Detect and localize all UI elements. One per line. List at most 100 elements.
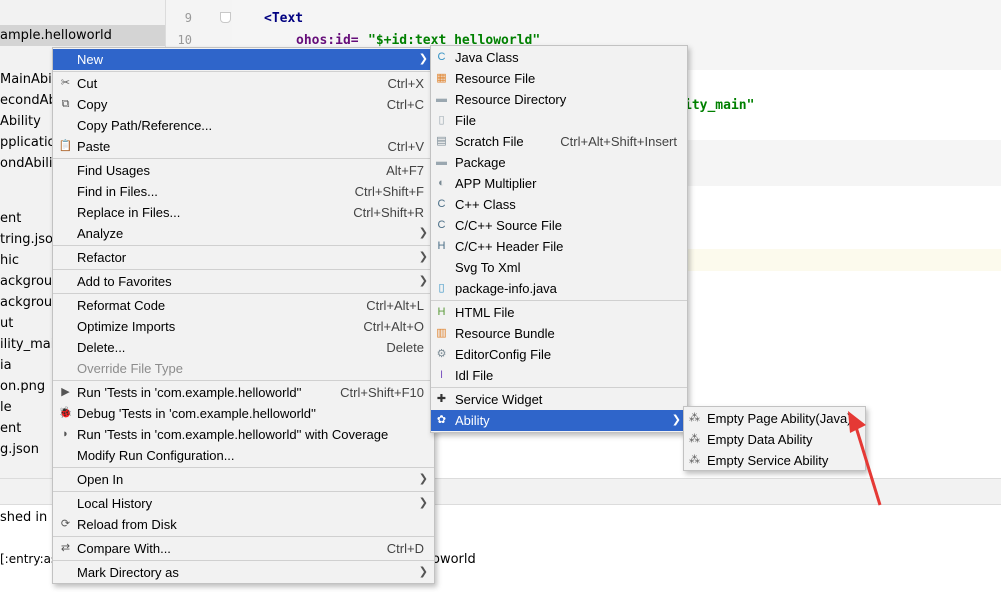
menu-item-label: Idl File	[455, 368, 494, 383]
menu-separator	[53, 158, 434, 159]
menu-item[interactable]: Modify Run Configuration...	[53, 445, 434, 466]
menu-item[interactable]: Reformat Code Ctrl+Alt+L	[53, 295, 434, 316]
menu-item[interactable]: H HTML File	[431, 302, 687, 323]
menu-item[interactable]: Analyze ❯	[53, 223, 434, 244]
menu-item-shortcut: Ctrl+Shift+F10	[340, 385, 424, 400]
menu-item[interactable]: Add to Favorites ❯	[53, 271, 434, 292]
chevron-right-icon: ❯	[418, 473, 428, 485]
menu-item-label: Package	[455, 155, 506, 170]
menu-item[interactable]: ▦ Resource File	[431, 68, 687, 89]
menu-item[interactable]: ✿ Ability ❯	[431, 410, 687, 431]
menu-item[interactable]: ◐ APP Multiplier	[431, 173, 687, 194]
menu-item-label: C++ Class	[455, 197, 516, 212]
tree-item[interactable]: ackgrou	[0, 271, 52, 292]
chevron-right-icon: ❯	[418, 566, 428, 578]
menu-item[interactable]: ✚ Service Widget	[431, 389, 687, 410]
package-icon: ▬	[436, 156, 447, 168]
menu-item[interactable]: H C/C++ Header File	[431, 236, 687, 257]
menu-item[interactable]: ⁂ Empty Service Ability	[684, 450, 865, 471]
menu-item[interactable]: ▥ Resource Bundle	[431, 323, 687, 344]
output-line: [:entry:as	[0, 552, 58, 566]
menu-item-shortcut: Ctrl+D	[386, 541, 424, 556]
tree-item[interactable]: le	[0, 397, 12, 418]
menu-item[interactable]: ⇄ Compare With... Ctrl+D	[53, 538, 434, 559]
line-number: 10	[177, 33, 192, 47]
menu-item[interactable]: Local History ❯	[53, 493, 434, 514]
menu-item[interactable]: I Idl File	[431, 365, 687, 386]
menu-item-label: File	[455, 113, 476, 128]
menu-item-label: Reload from Disk	[77, 517, 177, 532]
menu-item[interactable]: ▯ File	[431, 110, 687, 131]
menu-item-label: Debug 'Tests in 'com.example.helloworld'…	[77, 406, 316, 421]
menu-item-label: Run 'Tests in 'com.example.helloworld''	[77, 385, 302, 400]
menu-item[interactable]: ▬ Resource Directory	[431, 89, 687, 110]
menu-item[interactable]: ▶ Run 'Tests in 'com.example.helloworld''…	[53, 382, 434, 403]
menu-item-label: Delete...	[77, 340, 126, 355]
output-line: oworld	[432, 552, 476, 567]
menu-item[interactable]: ⧉ Copy Ctrl+C	[53, 94, 434, 115]
menu-item[interactable]: ⁂ Empty Data Ability	[684, 429, 865, 450]
menu-item-label: Cut	[77, 76, 98, 91]
tree-item[interactable]: ia	[0, 355, 12, 376]
menu-item[interactable]: Delete... Delete	[53, 337, 434, 358]
tree-item[interactable]: ent	[0, 208, 21, 229]
menu-item[interactable]: Open In ❯	[53, 469, 434, 490]
resource-bundle-icon: ▥	[436, 327, 447, 339]
menu-item[interactable]: ⚙ EditorConfig File	[431, 344, 687, 365]
menu-item[interactable]: Optimize Imports Ctrl+Alt+O	[53, 316, 434, 337]
tree-item[interactable]: Ability	[0, 111, 41, 132]
menu-item[interactable]: ⟳ Reload from Disk	[53, 514, 434, 535]
menu-item-label: Ability	[455, 413, 490, 428]
menu-separator	[53, 245, 434, 246]
menu-item[interactable]: Refactor ❯	[53, 247, 434, 268]
tree-item[interactable]: ackgrou	[0, 292, 52, 313]
menu-separator	[53, 491, 434, 492]
fold-icon[interactable]	[220, 12, 231, 23]
menu-item[interactable]: C Java Class	[431, 47, 687, 68]
menu-item[interactable]: ▯ package-info.java	[431, 278, 687, 299]
tree-item[interactable]: ent	[0, 418, 21, 439]
menu-item[interactable]: Svg To Xml	[431, 257, 687, 278]
menu-item[interactable]: C C/C++ Source File	[431, 215, 687, 236]
menu-item-label: Copy Path/Reference...	[77, 118, 213, 133]
idl-file-icon: I	[439, 369, 444, 381]
menu-item[interactable]: ▤ Scratch File Ctrl+Alt+Shift+Insert	[431, 131, 687, 152]
menu-item[interactable]: 📋 Paste Ctrl+V	[53, 136, 434, 157]
file-icon: ▯	[438, 114, 445, 126]
tree-item[interactable]: hic	[0, 250, 19, 271]
menu-item-label: HTML File	[455, 305, 515, 320]
menu-item-label: Add to Favorites	[77, 274, 172, 289]
menu-item: Override File Type	[53, 358, 434, 379]
menu-item[interactable]: New ❯	[53, 49, 434, 70]
menu-item[interactable]: 🐞 Debug 'Tests in 'com.example.helloworld…	[53, 403, 434, 424]
tree-item[interactable]: ility_mai	[0, 334, 54, 355]
menu-item[interactable]: Replace in Files... Ctrl+Shift+R	[53, 202, 434, 223]
tree-item[interactable]: on.png	[0, 376, 45, 397]
menu-item-label: Paste	[77, 139, 111, 154]
menu-item-label: Svg To Xml	[455, 260, 521, 275]
menu-item-label: Run 'Tests in 'com.example.helloworld'' …	[77, 427, 389, 442]
menu-item-label: Refactor	[77, 250, 127, 265]
tree-item[interactable]: ut	[0, 313, 13, 334]
menu-separator	[53, 467, 434, 468]
annotation-arrow	[848, 411, 882, 506]
menu-item[interactable]: ⁂ Empty Page Ability(Java)	[684, 408, 865, 429]
run-icon: ▶	[61, 386, 70, 398]
output-line: shed in 1	[0, 510, 60, 525]
menu-item[interactable]: ◗ Run 'Tests in 'com.example.helloworld''…	[53, 424, 434, 445]
menu-item[interactable]: Find in Files... Ctrl+Shift+F	[53, 181, 434, 202]
menu-item-shortcut: Ctrl+Shift+R	[353, 205, 424, 220]
menu-item-shortcut: Alt+F7	[386, 163, 424, 178]
menu-item[interactable]: ✂ Cut Ctrl+X	[53, 73, 434, 94]
menu-separator	[431, 387, 687, 388]
menu-item[interactable]: Copy Path/Reference...	[53, 115, 434, 136]
menu-item[interactable]: Mark Directory as ❯	[53, 562, 434, 583]
menu-item[interactable]: ▬ Package	[431, 152, 687, 173]
tree-item[interactable]: ample.helloworld	[0, 25, 165, 46]
ability-template-icon: ⁂	[689, 454, 700, 466]
menu-item[interactable]: Find Usages Alt+F7	[53, 160, 434, 181]
tree-item[interactable]: g.json	[0, 439, 39, 460]
menu-item[interactable]: C C++ Class	[431, 194, 687, 215]
menu-item-shortcut: Ctrl+Alt+L	[366, 298, 424, 313]
cpp-header-icon: H	[437, 240, 446, 252]
